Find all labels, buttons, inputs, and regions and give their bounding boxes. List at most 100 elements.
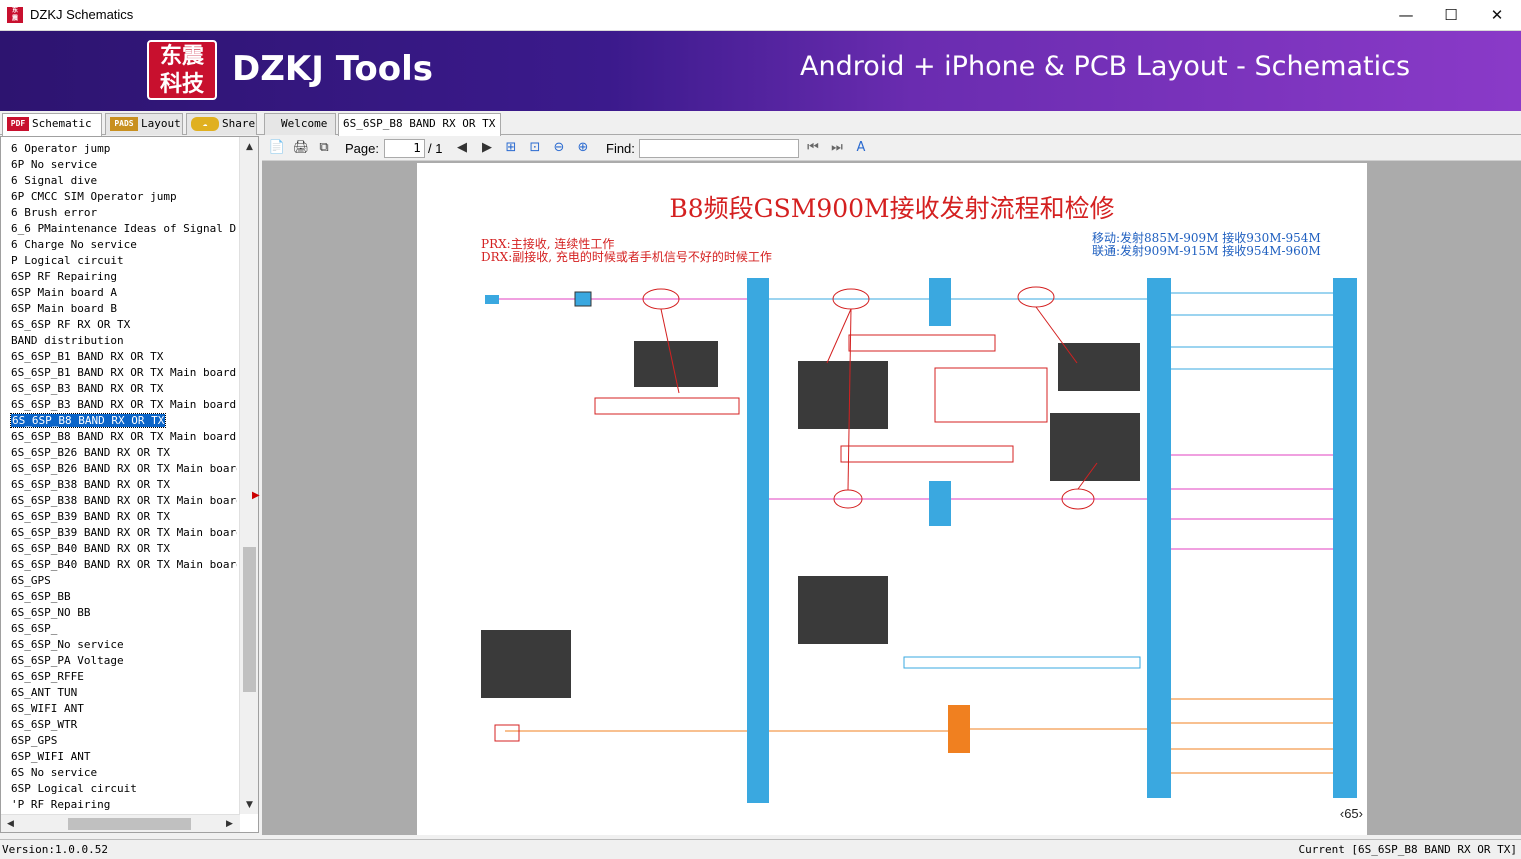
prev-page-icon[interactable]: ◀ — [453, 139, 471, 157]
scroll-right-icon[interactable]: ▶ — [221, 815, 238, 833]
window-title: DZKJ Schematics — [30, 7, 134, 22]
find-next-icon[interactable]: ⏭ — [828, 139, 846, 157]
tree-item[interactable]: 6 Brush error — [1, 205, 237, 221]
page-label: Page: — [345, 141, 379, 156]
annotation-box-4 — [840, 445, 1014, 463]
schematic-diagram — [481, 278, 1357, 803]
current-document-label: Current [6S_6SP_B8 BAND RX OR TX] — [1298, 843, 1517, 856]
transceiver-bus — [1147, 278, 1171, 798]
tree-item[interactable]: 6S_6SP_B1 BAND RX OR TX Main board — [1, 365, 237, 381]
tree-item[interactable]: 6S_6SP_B8 BAND RX OR TX Main board — [1, 429, 237, 445]
close-button[interactable]: ✕ — [1474, 0, 1520, 30]
tree-item[interactable]: 6S_6SP_B38 BAND RX OR TX — [1, 477, 237, 493]
tree-item-label: 6 Brush error — [11, 206, 98, 219]
find-input[interactable] — [639, 139, 799, 158]
tree-vertical-scrollbar[interactable]: ▲ ▼ — [239, 137, 258, 814]
zoom-in-icon[interactable]: ⊕ — [574, 139, 592, 157]
tree-item[interactable]: 6S_6SP_B26 BAND RX OR TX Main board — [1, 461, 237, 477]
splitter-arrow-icon[interactable]: ▶ — [252, 490, 260, 501]
highlight-icon[interactable]: A — [852, 139, 870, 157]
tree-item[interactable]: 6S_6SP_B39 BAND RX OR TX — [1, 509, 237, 525]
tab-document[interactable]: 6S_6SP_B8 BAND RX OR TX✕ — [338, 113, 501, 150]
tree-item[interactable]: 6S_ANT TUN — [1, 685, 237, 701]
tree-item[interactable]: 6S_6SP_BB — [1, 589, 237, 605]
tree-item[interactable]: 6S_6SP_B26 BAND RX OR TX — [1, 445, 237, 461]
copy-icon[interactable]: ⧉ — [315, 139, 333, 157]
zoom-out-icon[interactable]: ⊖ — [550, 139, 568, 157]
tree-item-label: 6S_6SP_B8 BAND RX OR TX Main board — [11, 430, 237, 443]
tree-item-label: 6S_6SP_B38 BAND RX OR TX Main board — [11, 494, 237, 507]
tree-item[interactable]: P Logical circuit — [1, 253, 237, 269]
tree-item[interactable]: 6S_6SP_ — [1, 621, 237, 637]
tree-item[interactable]: 6S_6SP_No service — [1, 637, 237, 653]
document-tree-panel: 6 Operator jump 6P No service 6 Signal div… — [0, 136, 259, 833]
tree-item[interactable]: 6P No service — [1, 157, 237, 173]
page-input[interactable]: 1 — [384, 139, 425, 158]
tree-item[interactable]: 6S_6SP_B8 BAND RX OR TX — [1, 413, 237, 429]
scroll-down-icon[interactable]: ▼ — [240, 797, 259, 814]
fit-width-icon[interactable]: ⊞ — [502, 139, 520, 157]
tree-item[interactable]: 6S_6SP RF RX OR TX — [1, 317, 237, 333]
page-next-icon[interactable]: › — [1359, 806, 1363, 821]
tab-layout-label: Layout — [141, 117, 181, 130]
tree-item[interactable]: 6S_6SP_B1 BAND RX OR TX — [1, 349, 237, 365]
tree-item[interactable]: 6 Operator jump — [1, 141, 237, 157]
page-total: / 1 — [428, 141, 443, 156]
tree-horizontal-scrollbar[interactable]: ◀ ▶ — [1, 814, 240, 832]
tree-item[interactable]: 6S_6SP_B38 BAND RX OR TX Main board — [1, 493, 237, 509]
tree-item[interactable]: 6S_WIFI ANT — [1, 701, 237, 717]
tree-item-label: 6_6 PMaintenance Ideas of Signal Divir — [11, 222, 237, 235]
minimize-button[interactable]: — — [1383, 0, 1429, 30]
tab-schematic[interactable]: PDF Schematic — [2, 113, 102, 136]
tree-item-label: 6S_6SP_B39 BAND RX OR TX Main board — [11, 526, 237, 539]
tree-item[interactable]: 6S_6SP_B40 BAND RX OR TX — [1, 541, 237, 557]
hscrollbar-thumb[interactable] — [68, 818, 191, 830]
tree-item[interactable]: 'P RF Repairing — [1, 797, 237, 813]
tree-item[interactable]: 6S_6SP_B39 BAND RX OR TX Main board — [1, 525, 237, 541]
tree-item[interactable]: 6S_6SP_PA Voltage — [1, 653, 237, 669]
tree-item-label: BAND distribution — [11, 334, 124, 347]
board-photo-2 — [798, 361, 888, 429]
tab-welcome[interactable]: Welcome — [264, 113, 336, 135]
tree-item[interactable]: 6SP RF Repairing — [1, 269, 237, 285]
tree-item-label: 6S_6SP_B3 BAND RX OR TX Main board — [11, 398, 237, 411]
scrollbar-thumb[interactable] — [243, 547, 256, 692]
document-tree[interactable]: 6 Operator jump 6P No service 6 Signal div… — [1, 141, 237, 813]
tree-item-label: 6 Charge No service — [11, 238, 137, 251]
tree-item[interactable]: 6S_6SP_WTR — [1, 717, 237, 733]
tree-item[interactable]: 6S_6SP_RFFE — [1, 669, 237, 685]
find-prev-icon[interactable]: ⏮ — [804, 139, 822, 157]
tree-item[interactable]: 6SP_WIFI ANT — [1, 749, 237, 765]
tree-item[interactable]: 6S_6SP_NO BB — [1, 605, 237, 621]
open-file-icon[interactable]: 📄 — [268, 139, 286, 157]
scroll-up-icon[interactable]: ▲ — [240, 139, 259, 156]
tree-item[interactable]: 6S_6SP_B3 BAND RX OR TX Main board — [1, 397, 237, 413]
tree-item[interactable]: 6SP Main board B — [1, 301, 237, 317]
tree-item[interactable]: 6SP Main board A — [1, 285, 237, 301]
board-photo-6 — [481, 630, 571, 698]
logo-line-2: 科技 — [159, 71, 204, 97]
tree-item[interactable]: 6S No service — [1, 765, 237, 781]
leader-line-4 — [1035, 306, 1078, 364]
tree-item[interactable]: 6 Signal dive — [1, 173, 237, 189]
print-icon[interactable]: 🖨 — [292, 139, 310, 157]
tree-item[interactable]: BAND distribution — [1, 333, 237, 349]
tree-item[interactable]: 6 Charge No service — [1, 237, 237, 253]
scroll-left-icon[interactable]: ◀ — [2, 815, 19, 833]
tree-item[interactable]: 6S_GPS — [1, 573, 237, 589]
maximize-button[interactable]: ☐ — [1428, 0, 1474, 30]
tree-item[interactable]: 6SP Logical circuit — [1, 781, 237, 797]
tab-schematic-label: Schematic — [32, 117, 92, 130]
fit-page-icon[interactable]: ⊡ — [526, 139, 544, 157]
tree-item[interactable]: 6_6 PMaintenance Ideas of Signal Divir — [1, 221, 237, 237]
tab-document-label: 6S_6SP_B8 BAND RX OR TX — [343, 117, 496, 130]
tree-item-label: 6S_6SP_BB — [11, 590, 71, 603]
tree-item[interactable]: 6P CMCC SIM Operator jump — [1, 189, 237, 205]
tab-share[interactable]: ☁ Share — [186, 113, 257, 135]
tab-layout[interactable]: PADS Layout — [105, 113, 183, 135]
tree-item-label: 6S_6SP_ — [11, 622, 58, 635]
tree-item[interactable]: 6SP_GPS — [1, 733, 237, 749]
next-page-icon[interactable]: ▶ — [478, 139, 496, 157]
tree-item[interactable]: 6S_6SP_B3 BAND RX OR TX — [1, 381, 237, 397]
tree-item[interactable]: 6S_6SP_B40 BAND RX OR TX Main board — [1, 557, 237, 573]
